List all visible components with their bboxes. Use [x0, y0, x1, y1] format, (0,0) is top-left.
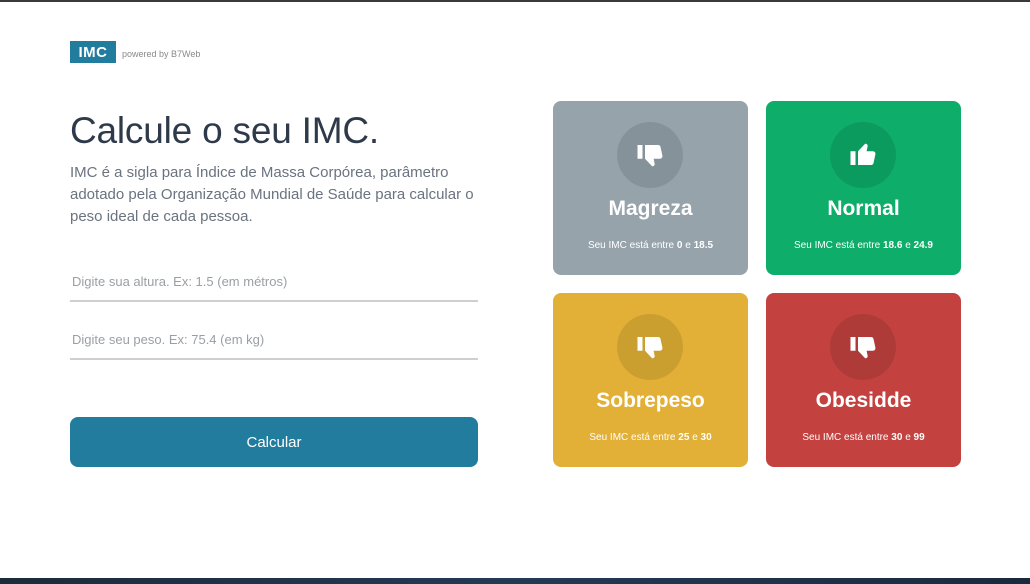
level-title: Sobrepeso	[596, 389, 705, 412]
level-card-sobrepeso: Sobrepeso Seu IMC está entre 25 e 30	[553, 293, 748, 467]
level-range: Seu IMC está entre 18.6 e 24.9	[794, 240, 933, 251]
level-card-magreza: Magreza Seu IMC está entre 0 e 18.5	[553, 101, 748, 275]
window-top-border	[0, 0, 1030, 2]
thumbs-down-icon	[617, 314, 683, 380]
height-input[interactable]	[70, 262, 478, 302]
page-title: Calcule o seu IMC.	[70, 110, 379, 151]
level-card-obesidade: Obesidde Seu IMC está entre 30 e 99	[766, 293, 961, 467]
taskbar-strip	[0, 578, 1030, 584]
page-description: IMC é a sigla para Índice de Massa Corpó…	[70, 164, 474, 225]
thumbs-down-icon	[830, 314, 896, 380]
imc-logo: IMC	[70, 41, 116, 63]
level-range: Seu IMC está entre 30 e 99	[802, 432, 925, 443]
level-range: Seu IMC está entre 25 e 30	[589, 432, 712, 443]
powered-by-text: powered by B7Web	[122, 49, 201, 59]
level-title: Magreza	[608, 197, 693, 220]
weight-input[interactable]	[70, 320, 478, 360]
level-title: Normal	[827, 197, 900, 220]
level-range: Seu IMC está entre 0 e 18.5	[587, 240, 714, 251]
level-card-normal: Normal Seu IMC está entre 18.6 e 24.9	[766, 101, 961, 275]
thumbs-up-icon	[830, 122, 896, 188]
level-title: Obesidde	[815, 389, 912, 412]
header: IMC powered by B7Web	[70, 41, 200, 63]
calculator-intro: Calcule o seu IMC. IMC é a sigla para Ín…	[70, 110, 478, 228]
thumbs-down-icon	[617, 122, 683, 188]
calculate-button[interactable]: Calcular	[70, 417, 478, 467]
